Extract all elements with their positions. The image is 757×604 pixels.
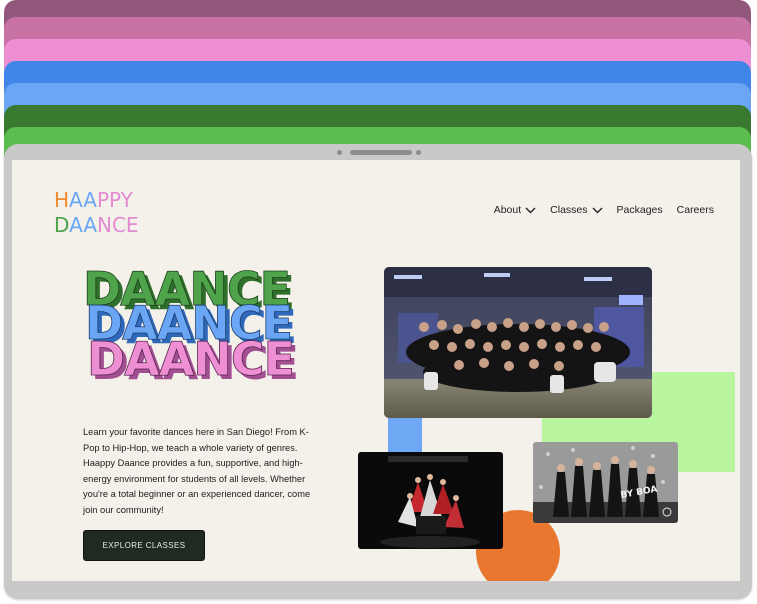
nav-about-label: About	[493, 204, 522, 216]
website-screen: HAAPPY DAANCE About Classes Packages Car…	[12, 160, 740, 581]
logo-line-2: DAANCE	[54, 213, 139, 237]
nav-careers[interactable]: Careers	[677, 204, 714, 216]
group-photo	[384, 267, 652, 418]
nav-packages-label: Packages	[616, 204, 663, 216]
blue-square	[388, 416, 422, 452]
chevron-down-icon	[592, 207, 603, 213]
stage-performance-photo	[358, 452, 503, 549]
hero-description: Learn your favorite dances here in San D…	[83, 427, 311, 515]
main-nav: About Classes Packages Careers	[494, 204, 714, 216]
group-photo-image	[384, 267, 652, 418]
crew-pose-photo: BY BOA	[533, 442, 678, 523]
nav-classes[interactable]: Classes	[550, 204, 603, 216]
chevron-down-icon	[525, 207, 536, 213]
logo-line-1: HAAPPY	[54, 188, 133, 212]
site-logo[interactable]: HAAPPY DAANCE	[54, 188, 148, 238]
hero-title: DAANCE DAANCE DAANCE DAANCE DAANCE DAANC…	[83, 265, 299, 390]
nav-packages[interactable]: Packages	[617, 204, 663, 216]
camera-dot-left	[337, 150, 342, 155]
nav-about[interactable]: About	[494, 204, 536, 216]
speaker-bar	[350, 150, 412, 155]
title-line-3: DAANCE	[87, 332, 294, 386]
crew-pose-image: BY BOA	[533, 442, 678, 523]
nav-careers-label: Careers	[676, 204, 714, 216]
stage-performance-image	[358, 452, 503, 549]
explore-classes-button[interactable]: EXPLORE CLASSES	[83, 530, 205, 561]
camera-dot-right	[416, 150, 421, 155]
nav-classes-label: Classes	[550, 204, 588, 216]
